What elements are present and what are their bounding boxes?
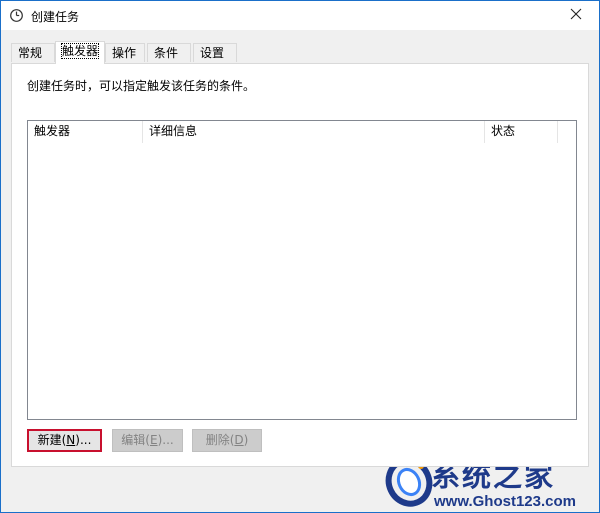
title-bar[interactable]: 创建任务 [1, 1, 599, 30]
tab-label: 触发器 [60, 43, 100, 59]
close-icon [570, 8, 582, 23]
close-button[interactable] [553, 1, 599, 30]
watermark-url: www.Ghost123.com [434, 493, 576, 510]
button-suffix: )... [157, 433, 174, 447]
access-key: E [149, 433, 158, 447]
tab-settings[interactable]: 设置 [193, 43, 237, 62]
access-key: N [66, 433, 76, 447]
list-header: 触发器 详细信息 状态 [28, 121, 576, 143]
button-text: 删除( [205, 433, 235, 447]
tab-triggers[interactable]: 触发器 [55, 41, 105, 64]
create-task-dialog: 创建任务 常规 触发器 操作 条件 设置 创建任务时，可以指定触发该任务的条件。… [0, 0, 600, 513]
tab-label: 常规 [18, 46, 43, 60]
window-title: 创建任务 [31, 10, 80, 24]
button-suffix: ) [243, 433, 249, 447]
panel-description: 创建任务时，可以指定触发该任务的条件。 [27, 79, 256, 93]
new-trigger-button[interactable]: 新建(N)... [27, 429, 102, 452]
tab-general[interactable]: 常规 [11, 43, 55, 62]
column-header-trigger[interactable]: 触发器 [28, 121, 143, 143]
delete-trigger-button[interactable]: 删除(D) [192, 429, 262, 452]
tab-label: 设置 [200, 46, 225, 60]
tab-label: 条件 [154, 46, 179, 60]
access-key: D [234, 433, 244, 447]
column-header-details[interactable]: 详细信息 [143, 121, 485, 143]
edit-trigger-button[interactable]: 编辑(E)... [112, 429, 183, 452]
button-text: 新建( [37, 433, 67, 447]
clock-icon [10, 9, 23, 22]
tab-actions[interactable]: 操作 [105, 43, 145, 62]
triggers-list[interactable]: 触发器 详细信息 状态 [27, 120, 577, 420]
button-suffix: )... [75, 433, 92, 447]
tab-label: 操作 [112, 46, 137, 60]
triggers-panel: 创建任务时，可以指定触发该任务的条件。 触发器 详细信息 状态 新建(N)...… [11, 63, 589, 467]
column-header-status[interactable]: 状态 [485, 121, 558, 143]
button-text: 编辑( [121, 433, 150, 447]
tab-conditions[interactable]: 条件 [147, 43, 191, 62]
